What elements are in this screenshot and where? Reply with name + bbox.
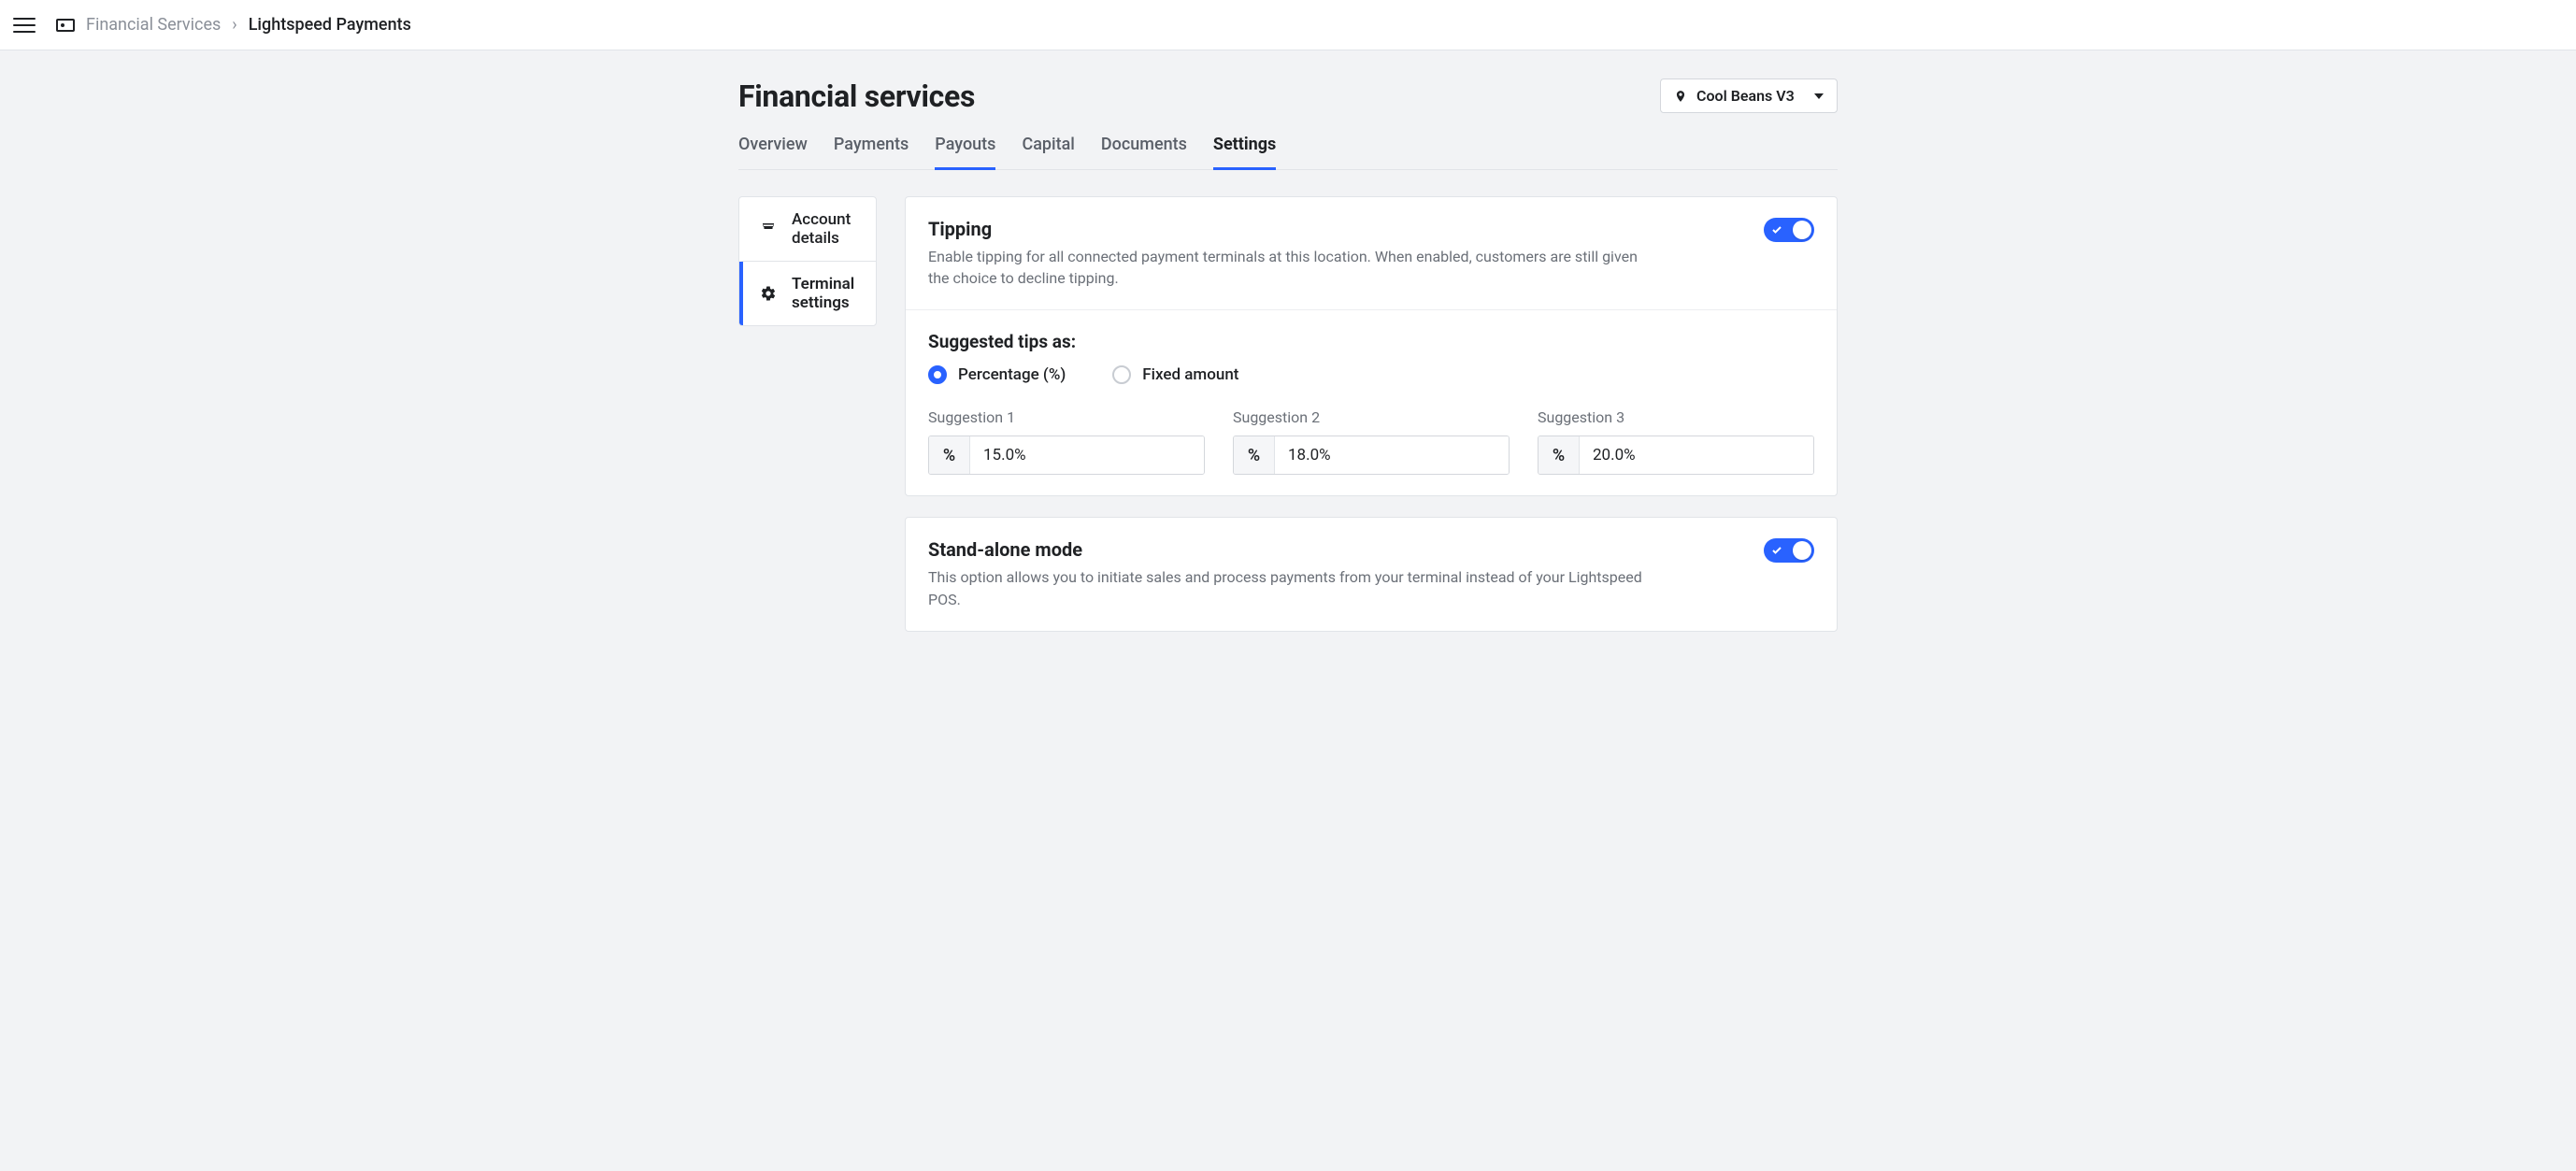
breadcrumb-separator: › — [232, 15, 236, 35]
page-header: Financial services Cool Beans V3 — [738, 79, 1838, 114]
settings-nav: Account details Terminal settings — [738, 196, 877, 326]
payments-app-icon — [56, 19, 75, 32]
radio-selected-icon — [928, 365, 947, 384]
suggestion-1-input[interactable] — [970, 436, 1204, 474]
suggestion-2: Suggestion 2 % — [1233, 408, 1510, 475]
settings-content: Tipping Enable tipping for all connected… — [905, 196, 1838, 632]
breadcrumb-section[interactable]: Financial Services — [86, 15, 221, 35]
tab-payouts[interactable]: Payouts — [935, 135, 995, 170]
suggestion-label: Suggestion 2 — [1233, 408, 1510, 426]
tab-overview[interactable]: Overview — [738, 135, 808, 170]
suggestion-3-input[interactable] — [1580, 436, 1813, 474]
tipping-section: Tipping Enable tipping for all connected… — [906, 197, 1837, 309]
percent-prefix: % — [1538, 436, 1580, 474]
radio-unselected-icon — [1112, 365, 1131, 384]
location-pin-icon — [1674, 90, 1687, 103]
page-title: Financial services — [738, 79, 975, 114]
percent-prefix: % — [1234, 436, 1275, 474]
settings-layout: Account details Terminal settings Tippin… — [738, 196, 1838, 632]
tipping-title: Tipping — [928, 218, 1657, 240]
gear-icon — [760, 285, 777, 302]
percent-prefix: % — [929, 436, 970, 474]
tipping-toggle[interactable] — [1764, 218, 1814, 242]
settings-nav-label: Terminal settings — [792, 275, 859, 312]
breadcrumb: Financial Services › Lightspeed Payments — [56, 15, 411, 35]
location-picker[interactable]: Cool Beans V3 — [1660, 79, 1838, 113]
check-icon — [1771, 545, 1782, 556]
radio-label: Fixed amount — [1142, 365, 1238, 384]
suggestion-1-input-group: % — [928, 436, 1205, 475]
suggestion-row: Suggestion 1 % Suggestion 2 % — [928, 408, 1814, 475]
tab-payments[interactable]: Payments — [834, 135, 909, 170]
tipping-card: Tipping Enable tipping for all connected… — [905, 196, 1838, 496]
tab-settings[interactable]: Settings — [1213, 135, 1276, 170]
standalone-title: Stand-alone mode — [928, 538, 1657, 561]
tab-capital[interactable]: Capital — [1022, 135, 1074, 170]
radio-label: Percentage (%) — [958, 365, 1066, 384]
suggested-tips-section: Suggested tips as: Percentage (%) Fixed … — [906, 309, 1837, 495]
tabs: Overview Payments Payouts Capital Docume… — [738, 135, 1838, 170]
suggestion-label: Suggestion 1 — [928, 408, 1205, 426]
suggestion-2-input[interactable] — [1275, 436, 1509, 474]
suggestion-label: Suggestion 3 — [1538, 408, 1814, 426]
standalone-section: Stand-alone mode This option allows you … — [906, 518, 1837, 630]
check-icon — [1771, 224, 1782, 236]
breadcrumb-current: Lightspeed Payments — [249, 15, 411, 35]
settings-nav-terminal-settings[interactable]: Terminal settings — [739, 262, 876, 325]
settings-nav-label: Account details — [792, 210, 859, 248]
tip-mode-percentage[interactable]: Percentage (%) — [928, 365, 1066, 384]
page: Financial services Cool Beans V3 Overvie… — [727, 50, 1849, 669]
suggestion-1: Suggestion 1 % — [928, 408, 1205, 475]
settings-nav-account-details[interactable]: Account details — [739, 197, 876, 262]
standalone-description: This option allows you to initiate sales… — [928, 566, 1657, 609]
topbar: Financial Services › Lightspeed Payments — [0, 0, 2576, 50]
suggestion-3: Suggestion 3 % — [1538, 408, 1814, 475]
standalone-toggle[interactable] — [1764, 538, 1814, 563]
suggestion-2-input-group: % — [1233, 436, 1510, 475]
tip-mode-radio-group: Percentage (%) Fixed amount — [928, 365, 1814, 384]
storefront-icon — [760, 221, 777, 237]
menu-button[interactable] — [13, 14, 36, 36]
standalone-card: Stand-alone mode This option allows you … — [905, 517, 1838, 631]
caret-down-icon — [1814, 93, 1824, 99]
suggestion-3-input-group: % — [1538, 436, 1814, 475]
tab-documents[interactable]: Documents — [1101, 135, 1187, 170]
suggested-tips-heading: Suggested tips as: — [928, 331, 1814, 352]
location-name: Cool Beans V3 — [1696, 87, 1795, 105]
tip-mode-fixed[interactable]: Fixed amount — [1112, 365, 1238, 384]
tipping-description: Enable tipping for all connected payment… — [928, 246, 1657, 289]
